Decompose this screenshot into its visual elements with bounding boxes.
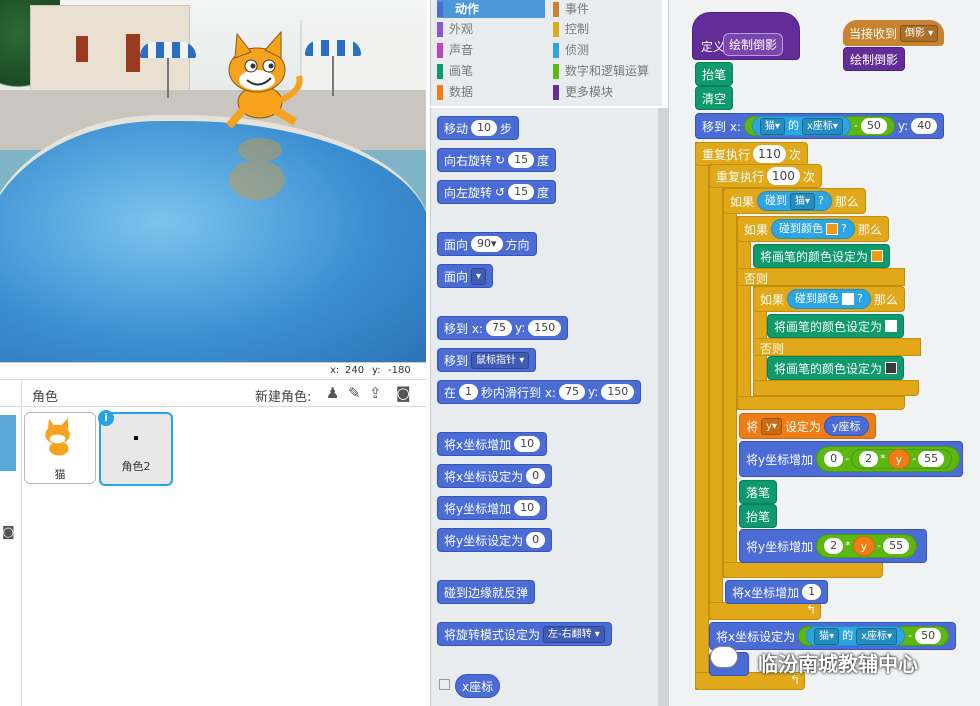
sprite-name: 猫 (54, 468, 66, 481)
stage[interactable] (0, 0, 426, 362)
repeat-inner-arm (709, 164, 723, 620)
if-touching-cat-block[interactable]: 如果 碰到 猫▾? 那么 (723, 188, 866, 214)
category-control[interactable]: 控制 (553, 20, 653, 38)
category-events[interactable]: 事件 (553, 0, 653, 18)
call-draw-reflection-block[interactable]: 绘制倒影 (843, 47, 906, 71)
define-block[interactable]: 定义 绘制倒影 (692, 12, 800, 60)
color-swatch[interactable] (885, 362, 898, 374)
sprite-card-cat[interactable]: 猫 (24, 412, 96, 484)
pen-up-block[interactable]: 抬笔 (739, 504, 778, 528)
turn-right-block[interactable]: 向右旋转 ↻ 15 度 (437, 148, 557, 172)
paint-brush-icon[interactable]: ✎ (348, 384, 361, 402)
change-y-expr-block[interactable]: 将y坐标增加 2 * y -55 (739, 529, 927, 563)
change-y-block[interactable]: 将y坐标增加 10 (437, 496, 548, 520)
when-receive-block[interactable]: 当接收到 倒影 ▾ (843, 20, 945, 46)
stage-coords: x: 240 y: -180 (0, 362, 426, 378)
category-looks[interactable]: 外观 (437, 20, 545, 38)
color-swatch[interactable] (885, 320, 898, 332)
y-value: -180 (388, 365, 411, 376)
if-outer-end (723, 562, 883, 578)
if-touching-color-block[interactable]: 如果 碰到颜色? 那么 (737, 216, 889, 242)
camera-icon[interactable]: ◙ (2, 525, 15, 540)
if-white-end (753, 380, 919, 396)
repeat-outer-arm (695, 142, 709, 690)
else-bar: 否则 (753, 338, 921, 356)
set-y-block[interactable]: 将y坐标设定为 0 (437, 528, 553, 552)
repeat-inner-block[interactable]: 重复执行 100 次 (709, 164, 822, 188)
category-sound[interactable]: 声音 (437, 41, 545, 59)
watermark: 临汾南城教辅中心 (758, 652, 918, 676)
pen-down-block[interactable]: 落笔 (739, 480, 778, 504)
change-x-block[interactable]: 将x坐标增加 10 (437, 432, 548, 456)
x-value: 240 (345, 365, 365, 376)
sprite-name: 角色2 (121, 460, 151, 473)
rotate-left-icon: ↺ (495, 185, 506, 199)
if-color-arm (737, 216, 751, 410)
move-steps-block[interactable]: 移动 10 步 (437, 116, 520, 140)
chevron-down-icon: ▾ (471, 267, 487, 285)
color-swatch[interactable] (871, 250, 884, 262)
umbrella (305, 40, 361, 96)
sprite-info-button[interactable]: i (98, 410, 114, 426)
cat-reflection (229, 138, 285, 200)
pen-up-block[interactable]: 抬笔 (695, 62, 734, 86)
palette-scrollbar[interactable] (658, 108, 668, 706)
clear-block[interactable]: 清空 (695, 86, 734, 110)
category-pen[interactable]: 画笔 (437, 62, 545, 80)
change-x-script-block[interactable]: 将x坐标增加 1 (725, 580, 829, 604)
y-label: y: (372, 365, 381, 376)
repeat-inner-end: ↰ (709, 602, 821, 620)
set-variable-block[interactable]: 将 y▾ 设定为 y座标 (739, 413, 876, 439)
door (76, 36, 88, 62)
set-pen-color-block[interactable]: 将画笔的颜色设定为 (767, 356, 905, 380)
color-swatch[interactable] (842, 293, 855, 305)
turn-left-block[interactable]: 向左旋转 ↺ 15 度 (437, 180, 557, 204)
color-swatch[interactable] (826, 223, 839, 235)
category-more-blocks[interactable]: 更多模块 (553, 83, 653, 101)
x-label: x: (330, 365, 340, 376)
sprite-library-icon[interactable]: ♟ (326, 384, 339, 402)
camera-icon[interactable]: ◙ (396, 384, 411, 402)
glide-block[interactable]: 在 1 秒内滑行到 x: 75 y: 150 (437, 380, 642, 404)
cat-sprite[interactable] (215, 30, 310, 135)
goto-target-block[interactable]: 移到 鼠标指针 ▾ (437, 348, 537, 372)
x-position-reporter[interactable]: x座标 (455, 674, 501, 698)
category-motion[interactable]: 动作 (437, 0, 545, 18)
sprite2-dot (134, 436, 138, 440)
set-pen-color-block[interactable]: 将画笔的颜色设定为 (767, 314, 905, 338)
swimming-pool (0, 115, 426, 362)
set-pen-color-block[interactable]: 将画笔的颜色设定为 (753, 244, 891, 268)
rotation-style-block[interactable]: 将旋转模式设定为 左-右翻转 ▾ (437, 622, 612, 646)
cat-thumbnail-icon (45, 417, 70, 456)
set-x-script-block[interactable]: 将x坐标设定为 猫▾ 的 x座标▾ -50 (709, 622, 957, 650)
umbrella (140, 42, 196, 98)
xpos-checkbox[interactable] (439, 679, 450, 690)
change-y-expr-block[interactable]: 将y坐标增加 0- 2 * y -55 (739, 441, 963, 477)
goto-xy-script-block[interactable]: 移到 x: 猫▾ 的 x座标▾ -50 y: 40 (695, 113, 945, 139)
stage-thumbnail[interactable] (0, 415, 16, 471)
repeat-outer-block[interactable]: 重复执行 110 次 (695, 142, 808, 166)
wechat-icon (710, 646, 738, 668)
block-categories: 动作 事件 外观 控制 声音 侦测 画笔 数字和逻辑运算 数据 更多模块 (430, 0, 662, 106)
else-bar: 否则 (737, 268, 905, 286)
if-touching-white-block[interactable]: 如果 碰到颜色? 那么 (753, 286, 905, 312)
bounce-block[interactable]: 碰到边缘就反弹 (437, 580, 536, 604)
sprite-list: ◙ 猫 角色2 i (0, 407, 426, 706)
goto-xy-block[interactable]: 移到 x: 75 y: 150 (437, 316, 569, 340)
rotate-right-icon: ↻ (495, 153, 506, 167)
door (126, 34, 140, 72)
point-towards-block[interactable]: 面向 ▾ (437, 264, 494, 288)
upload-icon[interactable]: ⇪ (369, 384, 382, 402)
sprite-panel-header: 角色 新建角色: ♟ ✎ ⇪ ◙ (0, 379, 426, 407)
if-outer-arm (723, 188, 737, 578)
new-sprite-label: 新建角色: (255, 390, 312, 405)
if-color-end (737, 396, 905, 410)
point-direction-block[interactable]: 面向 90▾ 方向 (437, 232, 537, 256)
category-operators[interactable]: 数字和逻辑运算 (553, 62, 659, 80)
category-data[interactable]: 数据 (437, 83, 545, 101)
category-sensing[interactable]: 侦测 (553, 41, 653, 59)
sprites-title: 角色 (32, 390, 59, 405)
set-x-block[interactable]: 将x坐标设定为 0 (437, 464, 553, 488)
